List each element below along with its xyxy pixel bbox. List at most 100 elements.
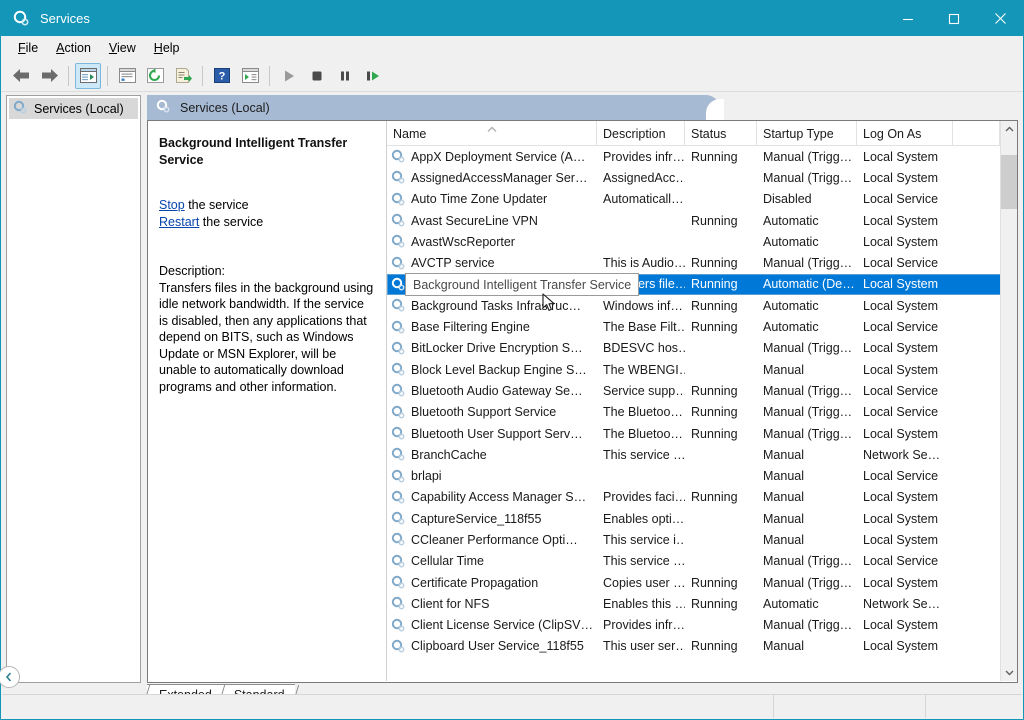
table-row[interactable]: Clipboard User Service_118f55This user s… <box>387 636 1017 657</box>
cell-startup-type: Manual <box>757 490 857 504</box>
table-row[interactable]: Bluetooth User Support Serv…The Bluetoo…… <box>387 423 1017 444</box>
restart-service-link[interactable]: Restart <box>159 215 199 229</box>
table-row[interactable]: Bluetooth Audio Gateway Se…Service supp…… <box>387 380 1017 401</box>
table-row[interactable]: brlapiManualLocal Service <box>387 465 1017 486</box>
question-mark-icon[interactable]: ? <box>209 63 235 89</box>
table-row[interactable]: Auto Time Zone UpdaterAutomaticall…Disab… <box>387 189 1017 210</box>
refresh-icon[interactable] <box>142 63 168 89</box>
column-header-startup-type[interactable]: Startup Type <box>757 121 857 146</box>
column-header-log-on-as[interactable]: Log On As <box>857 121 953 146</box>
menu-action[interactable]: Action <box>47 38 100 58</box>
service-name-label: AVCTP service <box>411 256 495 270</box>
selected-service-title: Background Intelligent Transfer Service <box>159 135 374 169</box>
cell-startup-type: Automatic <box>757 597 857 611</box>
play-icon[interactable] <box>276 63 302 89</box>
table-row[interactable]: Client License Service (ClipSV…Provides … <box>387 615 1017 636</box>
cell-description: Windows inf… <box>597 299 685 313</box>
table-row[interactable]: Block Level Backup Engine S…The WBENGI…M… <box>387 359 1017 380</box>
service-name-label: BitLocker Drive Encryption S… <box>411 341 583 355</box>
cell-startup-type: Manual <box>757 469 857 483</box>
chevron-up-icon[interactable] <box>1001 121 1017 138</box>
services-gear-icon <box>391 341 406 356</box>
service-name-label: Bluetooth Audio Gateway Se… <box>411 384 583 398</box>
restart-service-suffix: the service <box>199 215 263 229</box>
service-name-label: Background Tasks Infrastruc… <box>411 299 581 313</box>
service-name-label: Base Filtering Engine <box>411 320 530 334</box>
pane-collapse-handle[interactable] <box>0 666 20 688</box>
cell-name: Block Level Backup Engine S… <box>387 362 597 377</box>
cell-name: Auto Time Zone Updater <box>387 192 597 207</box>
table-row[interactable]: AppX Deployment Service (A…Provides infr… <box>387 146 1017 167</box>
stop-service-link[interactable]: Stop <box>159 198 185 212</box>
pause-icon[interactable] <box>332 63 358 89</box>
toolbar: ? <box>1 60 1023 92</box>
cell-name: Capability Access Manager S… <box>387 490 597 505</box>
status-pane-tertiary <box>926 695 1022 718</box>
service-name-label: CaptureService_118f55 <box>411 512 541 526</box>
restart-icon[interactable] <box>360 63 386 89</box>
export-list-icon[interactable] <box>170 63 196 89</box>
cell-name: AvastWscReporter <box>387 234 597 249</box>
status-pane-secondary <box>774 695 926 718</box>
menu-help[interactable]: Help <box>145 38 189 58</box>
table-row[interactable]: AVCTP serviceThis is Audio…RunningManual… <box>387 252 1017 273</box>
tree-item-services-local[interactable]: Services (Local) <box>9 98 138 119</box>
table-row[interactable]: AssignedAccessManager Ser…AssignedAcc…Ma… <box>387 167 1017 188</box>
cell-description: BDESVC hos… <box>597 341 685 355</box>
table-row[interactable]: Avast SecureLine VPNRunningAutomaticLoca… <box>387 210 1017 231</box>
table-row[interactable]: CCleaner Performance Opti…This service i… <box>387 529 1017 550</box>
stop-icon[interactable] <box>304 63 330 89</box>
cell-status: Running <box>685 277 757 291</box>
minimize-button[interactable] <box>885 1 931 36</box>
maximize-button[interactable] <box>931 1 977 36</box>
close-button[interactable] <box>977 1 1023 36</box>
services-gear-icon <box>391 383 406 398</box>
back-button[interactable] <box>8 63 34 89</box>
cell-log-on-as: Local Service <box>857 192 953 206</box>
column-header-blank[interactable] <box>953 121 1000 146</box>
cell-log-on-as: Local System <box>857 235 953 249</box>
table-row[interactable]: Certificate PropagationCopies user …Runn… <box>387 572 1017 593</box>
services-gear-icon <box>391 447 406 462</box>
content-area: Services (Local) Services (Local) <box>1 92 1023 693</box>
table-row[interactable]: BitLocker Drive Encryption S… BDESVC hos…… <box>387 338 1017 359</box>
cell-startup-type: Manual <box>757 533 857 547</box>
column-header-status[interactable]: Status <box>685 121 757 146</box>
toolbar-separator <box>68 66 69 86</box>
table-row[interactable]: Capability Access Manager S…Provides fac… <box>387 487 1017 508</box>
services-gear-icon <box>391 639 406 654</box>
action-pane-icon[interactable] <box>237 63 263 89</box>
column-header-description[interactable]: Description <box>597 121 685 146</box>
cell-description: This user ser… <box>597 639 685 653</box>
properties-window-icon[interactable] <box>114 63 140 89</box>
menu-file[interactable]: File <box>9 38 47 58</box>
table-row[interactable]: BranchCacheThis service …ManualNetwork S… <box>387 444 1017 465</box>
table-row[interactable]: Bluetooth Support ServiceThe Bluetoo…Run… <box>387 402 1017 423</box>
vertical-scrollbar[interactable] <box>1000 121 1017 681</box>
menu-view[interactable]: View <box>100 38 145 58</box>
cell-status: Running <box>685 384 757 398</box>
cell-startup-type: Manual <box>757 363 857 377</box>
cell-log-on-as: Local System <box>857 363 953 377</box>
table-row[interactable]: CaptureService_118f55Enables opti…Manual… <box>387 508 1017 529</box>
services-gear-icon <box>391 192 406 207</box>
column-header-name[interactable]: Name <box>387 121 597 146</box>
table-row[interactable]: Base Filtering EngineThe Base Filt…Runni… <box>387 316 1017 337</box>
cell-status: Running <box>685 214 757 228</box>
service-name-label: brlapi <box>411 469 442 483</box>
table-row[interactable]: AvastWscReporterAutomaticLocal System <box>387 231 1017 252</box>
services-gear-icon <box>391 298 406 313</box>
forward-button[interactable] <box>36 63 62 89</box>
table-row[interactable]: Client for NFSEnables this …RunningAutom… <box>387 593 1017 614</box>
toolbar-separator <box>269 66 270 86</box>
service-name-label: AppX Deployment Service (A… <box>411 150 585 164</box>
cell-status: Running <box>685 299 757 313</box>
scrollbar-thumb[interactable] <box>1001 155 1017 209</box>
table-row[interactable]: Cellular TimeThis service …Manual (Trigg… <box>387 551 1017 572</box>
cell-startup-type: Manual (Trigg… <box>757 256 857 270</box>
console-tree-icon[interactable] <box>75 63 101 89</box>
table-row[interactable]: Background Tasks Infrastruc… Windows inf…… <box>387 295 1017 316</box>
chevron-down-icon[interactable] <box>1001 664 1017 681</box>
cell-startup-type: Manual (Trigg… <box>757 427 857 441</box>
status-bar <box>2 694 1022 718</box>
